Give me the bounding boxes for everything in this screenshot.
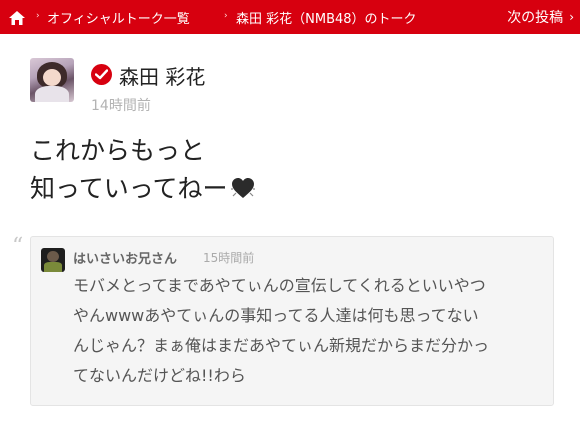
post-author-name[interactable]: 森田 彩花 <box>119 61 205 90</box>
top-navigation-bar: › オフィシャルトーク一覧 › 森田 彩花（NMB48）のトーク 次の投稿 › <box>0 0 580 34</box>
commenter-avatar[interactable] <box>41 248 65 272</box>
comment-line: んじゃん？まぁ俺はまだあやてぃん新規だからまだ分かっ <box>73 336 490 355</box>
breadcrumb-member-talk[interactable]: 森田 彩花（NMB48）のトーク <box>236 0 417 34</box>
author-avatar[interactable] <box>30 58 74 102</box>
heart-icon <box>230 173 256 211</box>
comment-line: てないんだけどね!!わら <box>73 366 246 385</box>
breadcrumb-separator-icon: › <box>36 11 40 21</box>
breadcrumb-official-talk-list[interactable]: オフィシャルトーク一覧 <box>47 0 190 34</box>
comment-line: やんwwwあやてぃんの事知ってる人達は何も思ってない <box>73 306 479 325</box>
comment-line: モバメとってまであやてぃんの宣伝してくれるといいやつ <box>73 276 486 295</box>
comment-timestamp: 15時間前 <box>203 251 255 265</box>
post-message: これからもっと 知っていってねー <box>30 132 256 211</box>
quote-icon: “ <box>12 234 24 259</box>
post-timestamp: 14時間前 <box>91 98 151 114</box>
next-post-label: 次の投稿 <box>507 10 564 26</box>
breadcrumb-separator-icon: › <box>224 11 228 21</box>
home-icon[interactable] <box>9 10 25 25</box>
comment-text: モバメとってまであやてぃんの宣伝してくれるといいやつ やんwwwあやてぃんの事知… <box>73 271 543 391</box>
message-line: これからもっと <box>30 136 206 165</box>
comment-card: はいさいお兄さん 15時間前 モバメとってまであやてぃんの宣伝してくれるといいや… <box>30 236 554 406</box>
chevron-right-icon: › <box>569 10 574 24</box>
next-post-link[interactable]: 次の投稿 › <box>507 0 574 34</box>
commenter-name[interactable]: はいさいお兄さん <box>73 248 177 267</box>
message-line: 知っていってねー <box>30 174 228 203</box>
verified-check-icon <box>91 64 112 85</box>
